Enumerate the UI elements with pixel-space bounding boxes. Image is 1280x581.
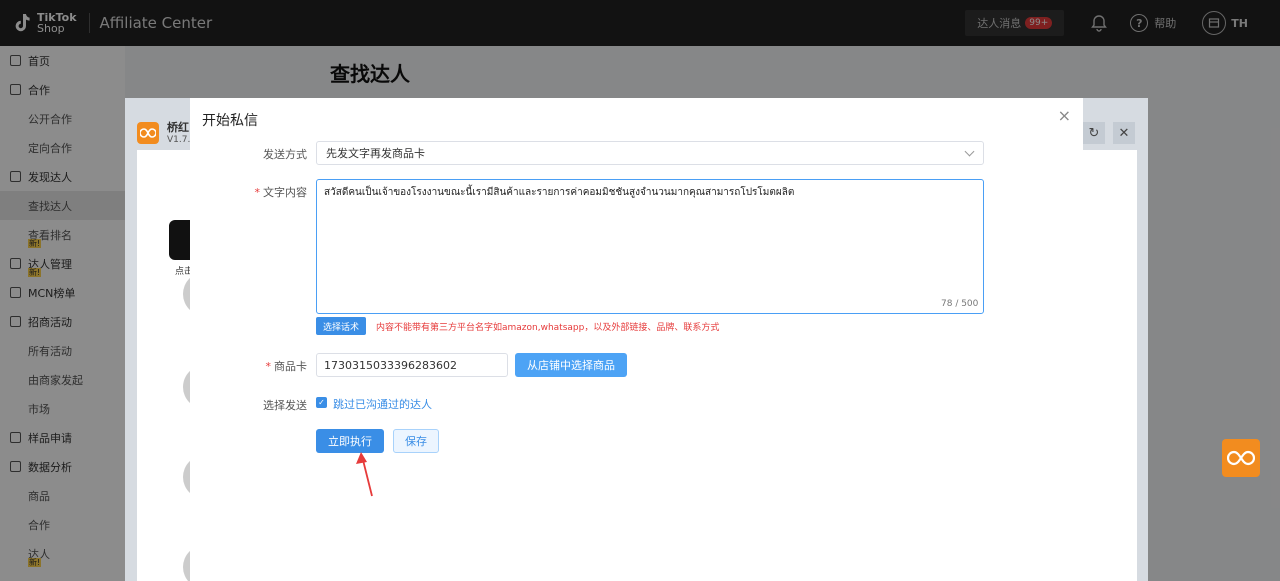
modal-title: 开始私信 [202, 113, 258, 129]
skip-contacted-checkbox[interactable]: ✓ [316, 397, 327, 408]
product-card-label: * 商品卡 [265, 360, 308, 373]
send-method-select[interactable]: 先发文字再发商品卡 [316, 141, 984, 165]
plugin-name: 桥红 [167, 121, 189, 134]
select-send-label: 选择发送 [263, 399, 307, 412]
plugin-logo-icon [137, 122, 159, 144]
pick-product-button[interactable]: 从店铺中选择商品 [515, 353, 627, 377]
send-method-label: 发送方式 [263, 148, 307, 161]
char-counter: 78 / 500 [941, 299, 979, 309]
close-icon[interactable]: × [1058, 106, 1071, 125]
content-warning: 内容不能带有第三方平台名字如amazon,whatsapp，以及外部链接、品牌、… [376, 323, 720, 333]
message-textarea[interactable]: สวัสดีคนเป็นเจ้าของโรงงานขณะนี้เรามีสินค… [316, 179, 984, 314]
product-card-input[interactable]: 1730315033396283602 [316, 353, 508, 377]
start-dm-modal: 开始私信 × 发送方式 先发文字再发商品卡 * 文字内容 สวัสดีคนเป็น… [190, 98, 1083, 581]
send-method-value: 先发文字再发商品卡 [326, 147, 425, 160]
plugin-close-icon[interactable]: ✕ [1113, 122, 1135, 144]
save-button[interactable]: 保存 [393, 429, 439, 453]
red-arrow-annotation [356, 452, 373, 497]
pick-script-button[interactable]: 选择话术 [316, 317, 367, 335]
plugin-float-button[interactable] [1222, 439, 1260, 477]
chevron-down-icon [964, 146, 975, 157]
infinity-icon [1227, 450, 1255, 466]
content-label: * 文字内容 [254, 186, 308, 199]
refresh-icon[interactable]: ↻ [1083, 122, 1105, 144]
skip-contacted-label[interactable]: 跳过已沟通过的达人 [333, 396, 432, 412]
